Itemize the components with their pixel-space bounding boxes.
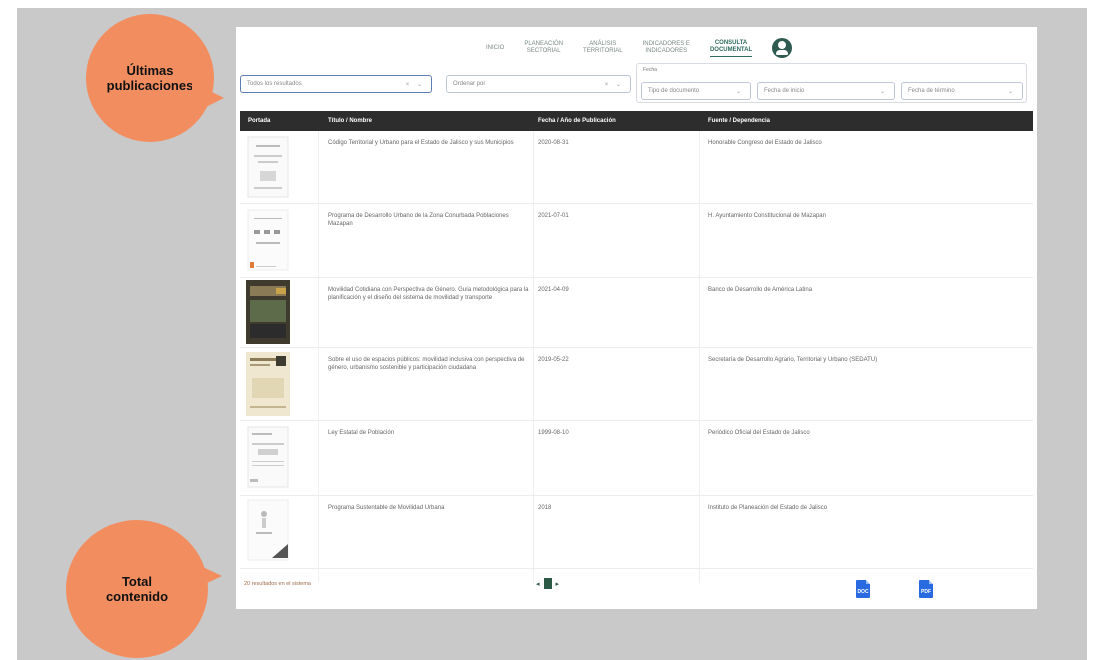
row-date: 1999-08-10 [538,430,569,436]
results-type-select[interactable]: Todos los resultados × ⌄ [240,75,432,93]
nav-item-indicadores[interactable]: INDICADORES E INDICADORES [643,41,690,55]
row-title[interactable]: Ley Estatal de Población [328,429,533,437]
document-cover-thumbnail[interactable] [246,498,290,562]
user-account-icon[interactable] [772,38,793,58]
callout-latest-publications: Últimas publicaciones [86,14,224,142]
nav-item-inicio[interactable]: INICIO [486,45,504,52]
date-filter-legend: Fecha [643,67,657,73]
table-row[interactable]: Sobre el uso de espacios públicos: movil… [240,348,1033,421]
row-title[interactable]: Código Territorial y Urbano para el Esta… [328,139,533,147]
nav-item-consulta[interactable]: CONSULTA DOCUMENTAL [709,40,753,57]
table-header: Portada Título / Nombre Fecha / Año de P… [240,111,1033,131]
top-nav: INICIO PLANEACIÓN SECTORIAL ANÁLISIS TER… [486,30,793,66]
header-cover[interactable]: Portada [248,118,270,124]
start-date-placeholder: Fecha de inicio [764,88,805,94]
end-date-placeholder: Fecha de término [908,88,955,94]
document-cover-thumbnail[interactable] [246,352,290,416]
prev-page-icon[interactable]: ◂ [536,580,540,588]
document-type-select[interactable]: Tipo de documento ⌄ [641,82,751,100]
table-row[interactable]: Código Territorial y Urbano para el Esta… [240,131,1033,204]
row-source: Secretaría de Desarrollo Agrario, Territ… [708,357,878,363]
end-date-select[interactable]: Fecha de término ⌄ [901,82,1023,100]
row-source: Banco de Desarrollo de América Latina [708,287,813,293]
clear-chevron-icon[interactable]: × ⌄ [605,81,624,88]
row-source: Instituto de Planeación del Estado de Ja… [708,505,828,511]
row-source: H. Ayuntamiento Constitucional de Mazapa… [708,213,826,219]
order-by-placeholder: Ordenar por [453,81,486,87]
results-type-value: Todos los resultados [247,81,302,87]
callout-latest-label: Últimas publicaciones [106,63,194,93]
header-title[interactable]: Título / Nombre [328,118,372,124]
document-cover-thumbnail[interactable] [246,425,290,489]
app-screen: INICIO PLANEACIÓN SECTORIAL ANÁLISIS TER… [236,27,1037,609]
document-cover-thumbnail[interactable] [246,135,290,199]
clear-chevron-icon[interactable]: × ⌄ [406,81,425,88]
row-title[interactable]: Programa de Desarrollo Urbano de la Zona… [328,212,533,228]
current-page[interactable] [543,578,552,589]
document-cover-thumbnail[interactable] [246,280,290,344]
document-type-placeholder: Tipo de documento [648,88,700,94]
next-page-icon[interactable]: ▸ [556,580,560,588]
nav-item-planeacion[interactable]: PLANEACIÓN SECTORIAL [524,41,563,55]
row-source: Periódico Oficial del Estado de Jalisco [708,430,810,436]
pagination: ◂ ▸ [536,578,559,589]
header-source[interactable]: Fuente / Dependencia [708,118,770,124]
table-row[interactable]: Programa Sustentable de Movilidad Urbana… [240,496,1033,569]
document-cover-thumbnail[interactable] [246,208,290,272]
row-date: 2020-08-31 [538,140,569,146]
table-row[interactable]: Movilidad Cotidiana con Perspectiva de G… [240,278,1033,348]
row-title[interactable]: Movilidad Cotidiana con Perspectiva de G… [328,286,533,302]
export-word-icon[interactable]: DOC [856,580,870,598]
callout-total-label: Total contenido [105,574,169,604]
chevron-down-icon[interactable]: ⌄ [1008,88,1016,95]
header-date[interactable]: Fecha / Año de Publicación [538,118,616,124]
row-date: 2018 [538,505,552,511]
start-date-select[interactable]: Fecha de inicio ⌄ [757,82,895,100]
row-title[interactable]: Sobre el uso de espacios públicos: movil… [328,356,533,372]
table-row[interactable]: Ley Estatal de Población 1999-08-10 Peri… [240,421,1033,496]
nav-item-analisis[interactable]: ANÁLISIS TERRITORIAL [583,41,623,55]
chevron-down-icon[interactable]: ⌄ [880,88,888,95]
export-pdf-label: PDF [921,589,931,595]
export-pdf-icon[interactable]: PDF [919,580,933,598]
row-title[interactable]: Programa Sustentable de Movilidad Urbana [328,504,533,512]
results-count: 20 resultados en el sistema [244,581,311,587]
row-date: 2021-07-01 [538,213,569,219]
row-date: 2019-05-22 [538,357,569,363]
row-source: Honorable Congreso del Estado de Jalisco [708,140,822,146]
row-date: 2021-04-09 [538,287,569,293]
export-word-label: DOC [857,589,869,595]
table-row[interactable]: Programa de Desarrollo Urbano de la Zona… [240,204,1033,278]
chevron-down-icon[interactable]: ⌄ [736,88,744,95]
callout-total-content: Total contenido [66,520,222,658]
order-by-select[interactable]: Ordenar por × ⌄ [446,75,631,93]
